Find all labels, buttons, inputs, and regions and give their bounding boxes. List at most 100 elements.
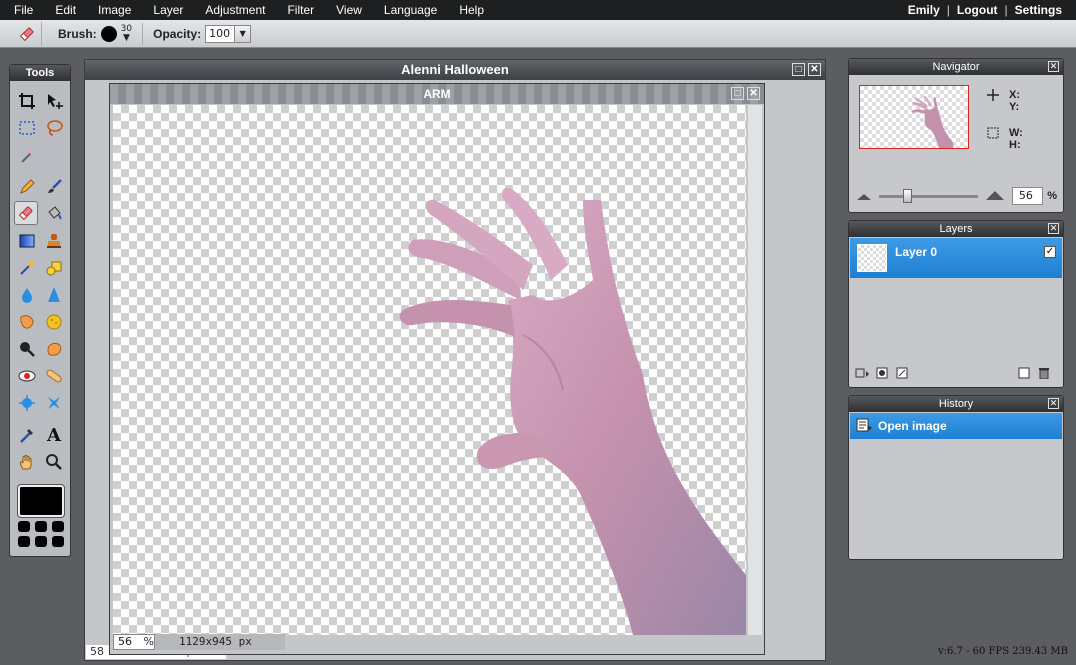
hand-tool-icon[interactable] xyxy=(15,450,39,474)
menu-edit[interactable]: Edit xyxy=(44,0,87,20)
maximize-icon[interactable]: □ xyxy=(792,63,805,76)
menu-language[interactable]: Language xyxy=(373,0,448,20)
smudge-icon[interactable] xyxy=(15,310,39,334)
outer-zoom-value[interactable]: 58 xyxy=(90,645,104,658)
navigator-zoom-input[interactable]: 56 xyxy=(1011,187,1044,205)
opacity-dropdown-button[interactable]: ▼ xyxy=(235,24,252,43)
layer-settings-icon[interactable] xyxy=(855,367,869,379)
burn-icon[interactable] xyxy=(42,337,66,361)
layer-item[interactable]: Layer 0 ✓ xyxy=(850,238,1062,278)
chevron-down-icon: ▼ xyxy=(239,29,246,38)
brush-size-selector[interactable]: 30 ▼ xyxy=(121,24,132,43)
navigator-title: Navigator xyxy=(932,61,980,73)
zoom-unit: % xyxy=(143,635,154,648)
close-icon[interactable]: ✕ xyxy=(1048,398,1059,409)
dodge-icon[interactable] xyxy=(15,337,39,361)
pinch-icon[interactable] xyxy=(42,391,66,415)
navigator-panel: Navigator ✕ X: Y: W: H: 56 % xyxy=(848,58,1064,213)
color-preset[interactable] xyxy=(18,521,30,532)
brush-label: Brush: xyxy=(58,26,97,41)
drop-icon[interactable] xyxy=(15,283,39,307)
zoom-in-icon[interactable] xyxy=(985,190,1004,203)
clone-stamp-icon[interactable] xyxy=(42,229,66,253)
sharpen-icon[interactable] xyxy=(42,283,66,307)
history-panel: History ✕ Open image xyxy=(848,395,1064,560)
eraser-tool-icon[interactable] xyxy=(14,201,38,225)
opacity-input[interactable]: 100 xyxy=(205,24,236,43)
image-canvas[interactable] xyxy=(113,105,746,635)
window-title: ARM xyxy=(423,87,451,101)
menu-bar: File Edit Image Layer Adjustment Filter … xyxy=(0,0,1076,20)
crosshair-icon xyxy=(987,89,999,104)
layers-panel-title: Layers ✕ xyxy=(849,221,1063,237)
bandage-icon[interactable] xyxy=(42,364,66,388)
history-panel-title: History ✕ xyxy=(849,396,1063,412)
layer-mask-icon[interactable] xyxy=(875,367,889,379)
foreground-color-swatch[interactable] xyxy=(17,484,65,518)
menu-help[interactable]: Help xyxy=(448,0,495,20)
pencil-icon[interactable] xyxy=(15,175,39,199)
navigator-info: X: Y: W: H: xyxy=(987,89,1057,165)
color-preset[interactable] xyxy=(52,536,64,547)
vertical-scrollbar[interactable] xyxy=(748,105,762,635)
zoom-tool-icon[interactable] xyxy=(42,450,66,474)
text-tool-icon[interactable]: A xyxy=(42,423,66,447)
settings-link[interactable]: Settings xyxy=(1009,3,1068,17)
close-icon[interactable]: ✕ xyxy=(1048,61,1059,72)
brush-icon[interactable] xyxy=(42,175,66,199)
menu-layer[interactable]: Layer xyxy=(142,0,194,20)
zoom-value: 56 xyxy=(118,635,132,648)
color-preset[interactable] xyxy=(35,536,47,547)
zoom-slider[interactable] xyxy=(879,188,978,203)
paint-bucket-icon[interactable] xyxy=(42,201,66,225)
eyedropper-icon[interactable] xyxy=(15,423,39,447)
h-label: H: xyxy=(1009,139,1021,151)
layer-name: Layer 0 xyxy=(895,245,938,259)
color-preset[interactable] xyxy=(18,536,30,547)
bloat-icon[interactable] xyxy=(15,391,39,415)
opacity-control: 100 ▼ xyxy=(205,24,252,43)
navigator-thumbnail[interactable] xyxy=(859,85,969,149)
version-info: v:6.7 - 60 FPS 239.43 MB xyxy=(937,646,1068,657)
user-name[interactable]: Emily xyxy=(902,3,946,17)
window-titlebar[interactable]: ARM □ ✕ xyxy=(110,84,764,104)
trash-icon[interactable] xyxy=(1037,367,1051,379)
menu-file[interactable]: File xyxy=(0,0,44,20)
maximize-icon[interactable]: □ xyxy=(731,87,744,100)
color-replace-icon[interactable] xyxy=(15,256,39,280)
zoom-slider-row: 56 % xyxy=(857,187,1057,205)
red-eye-icon[interactable] xyxy=(15,364,39,388)
gradient-tool-icon[interactable] xyxy=(15,229,39,253)
toolbar-divider xyxy=(142,22,144,45)
lasso-tool-icon[interactable] xyxy=(42,116,66,140)
magic-wand-icon[interactable] xyxy=(15,143,39,167)
zoom-input[interactable]: 56 % xyxy=(113,634,155,650)
color-preset[interactable] xyxy=(52,521,64,532)
history-item[interactable]: Open image xyxy=(850,413,1062,439)
sponge-icon[interactable] xyxy=(42,310,66,334)
current-tool-eraser-icon xyxy=(12,21,42,46)
menu-image[interactable]: Image xyxy=(87,0,142,20)
brush-preview[interactable] xyxy=(100,25,117,42)
zoom-slider-handle[interactable] xyxy=(903,188,912,203)
layer-visibility-checkbox[interactable]: ✓ xyxy=(1044,246,1056,258)
close-icon[interactable]: ✕ xyxy=(747,87,760,100)
window-titlebar[interactable]: Alenni Halloween □ ✕ xyxy=(85,60,825,80)
history-title: History xyxy=(938,398,974,410)
menu-view[interactable]: View xyxy=(325,0,373,20)
color-preset[interactable] xyxy=(35,521,47,532)
layer-styles-icon[interactable] xyxy=(895,367,909,379)
opacity-label: Opacity: xyxy=(153,26,202,41)
zoom-out-icon[interactable] xyxy=(857,190,871,203)
new-layer-icon[interactable] xyxy=(1017,367,1031,379)
crop-tool-icon[interactable] xyxy=(15,89,39,113)
menu-filter[interactable]: Filter xyxy=(276,0,325,20)
w-label: W: xyxy=(1009,127,1023,139)
logout-link[interactable]: Logout xyxy=(951,3,1004,17)
close-icon[interactable]: ✕ xyxy=(1048,223,1059,234)
shape-tool-icon[interactable] xyxy=(42,256,66,280)
marquee-tool-icon[interactable] xyxy=(15,116,39,140)
menu-adjustment[interactable]: Adjustment xyxy=(194,0,276,20)
close-icon[interactable]: ✕ xyxy=(808,63,821,76)
move-tool-icon[interactable] xyxy=(42,89,66,113)
